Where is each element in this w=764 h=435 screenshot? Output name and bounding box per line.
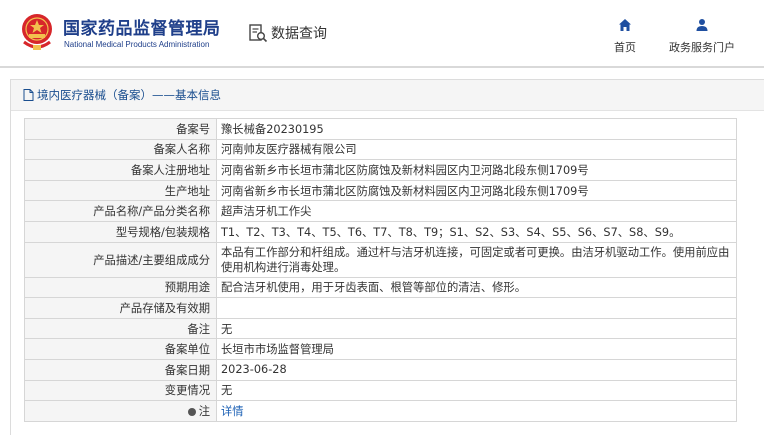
field-value: 长垣市市场监督管理局 (216, 338, 737, 360)
header-divider (0, 66, 764, 68)
panel-title: 境内医疗器械（备案）——基本信息 (37, 88, 221, 102)
note-label: 注 (198, 404, 210, 418)
nav-gov-service-portal[interactable]: 政务服务门户 (663, 18, 741, 55)
field-value: 河南省新乡市长垣市蒲北区防腐蚀及新材料园区内卫河路北段东侧1709号 (216, 179, 737, 202)
table-row: 变更情况 无 (24, 379, 737, 402)
field-value: 无 (216, 379, 737, 402)
data-query-label: 数据查询 (271, 26, 327, 42)
field-value: 无 (216, 317, 737, 340)
field-value: 超声洁牙机工作尖 (216, 200, 737, 222)
field-value: 河南省新乡市长垣市蒲北区防腐蚀及新材料园区内卫河路北段东侧1709号 (216, 159, 737, 181)
field-label: 产品存储及有效期 (24, 297, 217, 319)
details-link[interactable]: 详情 (221, 405, 244, 418)
table-row: 型号规格/包装规格 T1、T2、T3、T4、T5、T6、T7、T8、T9；S1、… (24, 220, 737, 243)
field-label: 备案单位 (24, 338, 217, 360)
field-label: 变更情况 (24, 379, 217, 402)
field-label: 产品名称/产品分类名称 (24, 200, 217, 222)
table-row: 备案单位 长垣市市场监督管理局 (24, 338, 737, 360)
table-row: 产品名称/产品分类名称 超声洁牙机工作尖 (24, 200, 737, 222)
site-header: 国家药品监督管理局 National Medical Products Admi… (0, 0, 764, 66)
table-row: 备案日期 2023-06-28 (24, 358, 737, 381)
nav-home[interactable]: 首页 (606, 18, 644, 55)
data-query-title: 数据查询 (248, 22, 327, 44)
field-label: 备案人注册地址 (24, 159, 217, 181)
field-value: 本品有工作部分和杆组成。通过杆与洁牙机连接，可固定或者可更换。由洁牙机驱动工作。… (216, 241, 737, 278)
field-value: 详情 (216, 400, 737, 422)
national-emblem-icon (22, 14, 52, 50)
field-label-note: 注 (24, 400, 217, 422)
table-row: 生产地址 河南省新乡市长垣市蒲北区防腐蚀及新材料园区内卫河路北段东侧1709号 (24, 179, 737, 202)
table-row: 产品存储及有效期 (24, 297, 737, 319)
table-row: 备案人名称 河南帅友医疗器械有限公司 (24, 138, 737, 161)
field-value: 河南帅友医疗器械有限公司 (216, 138, 737, 161)
field-label: 备案号 (24, 118, 217, 140)
field-label: 产品描述/主要组成成分 (24, 241, 217, 278)
record-info-table: 备案号 豫长械备20230195 备案人名称 河南帅友医疗器械有限公司 备案人注… (24, 118, 737, 422)
document-search-icon (249, 24, 268, 43)
agency-name-cn: 国家药品监督管理局 (63, 19, 221, 39)
table-row: 备案号 豫长械备20230195 (24, 118, 737, 140)
table-row: 产品描述/主要组成成分 本品有工作部分和杆组成。通过杆与洁牙机连接，可固定或者可… (24, 241, 737, 278)
table-row: 备注 无 (24, 317, 737, 340)
field-value: 配合洁牙机使用，用于牙齿表面、根管等部位的清洁、修形。 (216, 276, 737, 299)
note-icon (187, 407, 196, 416)
field-label: 备案人名称 (24, 138, 217, 161)
nav-gov-label: 政务服务门户 (669, 41, 735, 54)
field-label: 预期用途 (24, 276, 217, 299)
table-row: 预期用途 配合洁牙机使用，用于牙齿表面、根管等部位的清洁、修形。 (24, 276, 737, 299)
field-value: 2023-06-28 (216, 358, 737, 381)
home-icon (619, 19, 631, 31)
field-label: 备注 (24, 317, 217, 340)
field-label: 生产地址 (24, 179, 217, 202)
document-icon (23, 89, 34, 101)
field-label: 型号规格/包装规格 (24, 220, 217, 243)
record-panel: 境内医疗器械（备案）——基本信息 备案号 豫长械备20230195 备案人名称 … (10, 79, 764, 435)
table-row: 备案人注册地址 河南省新乡市长垣市蒲北区防腐蚀及新材料园区内卫河路北段东侧170… (24, 159, 737, 181)
nav-home-label: 首页 (614, 41, 636, 54)
field-value (216, 297, 737, 319)
field-value: T1、T2、T3、T4、T5、T6、T7、T8、T9；S1、S2、S3、S4、S… (216, 220, 737, 243)
panel-title-bar: 境内医疗器械（备案）——基本信息 (11, 80, 764, 111)
agency-name-en: National Medical Products Administration (64, 40, 210, 49)
user-icon (696, 19, 708, 31)
table-row: 注 详情 (24, 400, 737, 422)
field-value: 豫长械备20230195 (216, 118, 737, 140)
field-label: 备案日期 (24, 358, 217, 381)
